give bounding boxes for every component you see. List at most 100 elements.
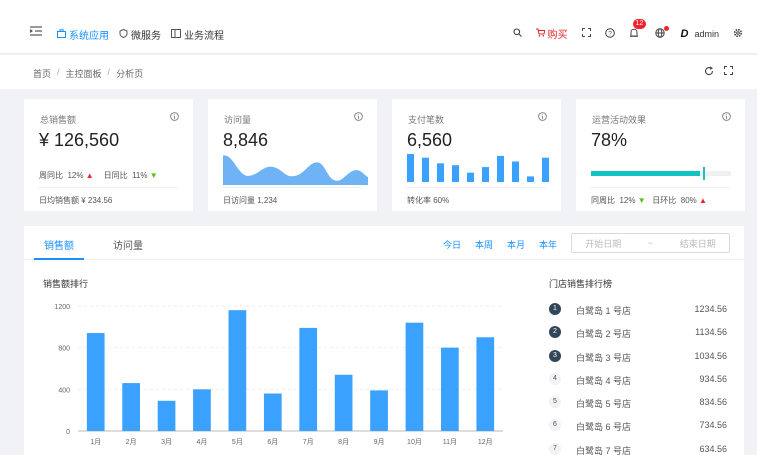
shield-icon (119, 28, 128, 41)
bar (122, 383, 140, 431)
info-icon[interactable] (538, 112, 547, 123)
store-name: 白鹭岛 7 号店 (576, 445, 632, 455)
list-item: 1 白鹭岛 1 号店 1234.56 (549, 301, 727, 324)
x-tick-label: 3月 (161, 438, 172, 446)
breadcrumb-bar: 首页 / 主控面板 / 分析页 (0, 55, 757, 89)
menu-fold-icon[interactable] (30, 26, 42, 38)
trend-label: 周同比 (39, 170, 63, 180)
bar (441, 347, 459, 431)
card-trends: 同周比 12% ▼ 日环比 80% ▲ (591, 187, 730, 206)
sales-panel: 销售额 访问量 今日 本周 本月 本年 开始日期 ~ 结束日期 销售额排行 0 4… (24, 226, 744, 455)
list-item: 6 白鹭岛 6 号店 734.56 (549, 417, 727, 440)
breadcrumb: 首页 / 主控面板 / 分析页 (33, 67, 143, 80)
breadcrumb-home[interactable]: 首页 (33, 67, 51, 80)
period-week[interactable]: 本周 (475, 238, 493, 251)
store-sales: 734.56 (699, 420, 727, 431)
store-name: 白鹭岛 4 号店 (576, 375, 632, 386)
bar (157, 400, 176, 431)
notification-button[interactable]: 12 (629, 18, 647, 40)
user-logo: D (680, 27, 689, 40)
info-icon[interactable] (170, 112, 179, 123)
progress-target-marker (703, 167, 705, 180)
trend-value: 11% (132, 170, 148, 180)
range-start[interactable]: 开始日期 (585, 237, 621, 250)
svg-text:?: ? (608, 30, 612, 37)
period-selector: 今日 本周 本月 本年 (443, 238, 557, 251)
bar (263, 393, 282, 431)
trend-weekly: 周同比 12% ▲ (39, 170, 94, 181)
card-title: 总销售额 (40, 115, 77, 125)
x-tick-label: 5月 (232, 438, 243, 446)
store-name: 白鹭岛 6 号店 (576, 422, 632, 433)
gear-icon[interactable] (733, 28, 743, 40)
bar (193, 389, 211, 431)
store-sales: 1034.56 (694, 350, 727, 361)
nav-microservices[interactable]: 微服务 (119, 27, 161, 42)
card-footer: 转化率 60% (407, 187, 546, 206)
trend-daily: 日同比 11% ▼ (104, 170, 158, 181)
bar (334, 374, 353, 431)
list-item: 2 白鹭岛 2 号店 1134.56 (549, 324, 727, 347)
card-campaign-effect: 运营活动效果 78% 同周比 12% ▼ 日环比 80% ▲ (576, 99, 745, 211)
store-name: 白鹭岛 2 号店 (576, 329, 632, 340)
store-sales: 1234.56 (694, 304, 727, 314)
range-end[interactable]: 结束日期 (680, 237, 716, 250)
list-item: 5 白鹭岛 5 号店 834.56 (549, 394, 727, 417)
trend-label: 日同比 (103, 170, 128, 180)
card-value: 78% (591, 130, 628, 150)
tab-visits[interactable]: 访问量 (113, 237, 143, 252)
x-tick-label: 2月 (126, 438, 137, 446)
breadcrumb-tools (704, 66, 733, 78)
x-tick-label: 11月 (443, 438, 457, 446)
x-tick-label: 12月 (478, 438, 493, 446)
top-nav: 系统应用 微服务 业务流程 (57, 27, 224, 42)
nav-system-apps[interactable]: 系统应用 (57, 27, 109, 42)
rank-number: 3 (549, 349, 561, 362)
caret-up-icon: ▲ (699, 196, 707, 205)
y-tick-label: 1200 (54, 304, 70, 311)
period-year[interactable]: 本年 (539, 238, 557, 251)
card-trends: 周同比 12% ▲ 日同比 11% ▼ (39, 164, 184, 186)
period-month[interactable]: 本月 (507, 238, 525, 251)
x-tick-label: 1月 (90, 438, 101, 446)
help-icon[interactable]: ? (604, 27, 615, 40)
info-icon[interactable] (722, 112, 731, 123)
store-name: 白鹭岛 1 号店 (576, 306, 632, 316)
bar (370, 390, 388, 431)
info-icon[interactable] (354, 112, 363, 123)
trend-value: 80% (680, 196, 697, 205)
x-tick-label: 9月 (374, 438, 385, 446)
store-ranking-list: 1 白鹭岛 1 号店 1234.56 2 白鹭岛 2 号店 1134.56 3 白鹭岛 3 号… (549, 301, 727, 455)
y-tick-label: 0 (66, 429, 70, 436)
refresh-icon[interactable] (704, 66, 714, 78)
store-name: 白鹭岛 5 号店 (576, 399, 632, 410)
y-tick-label: 400 (58, 387, 70, 394)
search-icon[interactable] (512, 28, 522, 39)
campaign-progress (591, 164, 736, 186)
user-menu[interactable]: D admin (681, 28, 719, 40)
top-header: 系统应用 微服务 业务流程 购买 ? 12 D admin (0, 0, 757, 54)
expand-icon[interactable] (724, 66, 733, 78)
nav-business-flow[interactable]: 业务流程 (171, 27, 224, 42)
rank-number: 1 (549, 303, 561, 315)
bar (405, 322, 424, 431)
period-today[interactable]: 今日 (443, 238, 461, 251)
breadcrumb-dashboard[interactable]: 主控面板 (66, 67, 102, 80)
buy-button[interactable]: 购买 (535, 26, 568, 41)
fullscreen-icon[interactable] (581, 28, 591, 39)
card-value: ¥ 126,560 (39, 130, 120, 150)
caret-up-icon: ▲ (85, 170, 94, 180)
x-tick-label: 7月 (303, 438, 314, 446)
tab-sales[interactable]: 销售额 (44, 237, 74, 252)
date-range-picker[interactable]: 开始日期 ~ 结束日期 (571, 233, 730, 253)
rank-number: 7 (549, 442, 561, 455)
nav-microservices-label: 微服务 (131, 31, 161, 42)
list-item: 3 白鹭岛 3 号店 1034.56 (549, 348, 727, 371)
store-sales: 934.56 (699, 373, 727, 384)
x-tick-label: 4月 (197, 438, 208, 446)
progress-fill (591, 171, 701, 176)
cart-icon (535, 28, 545, 40)
language-button[interactable] (654, 25, 669, 40)
nav-system-apps-label: 系统应用 (69, 31, 109, 42)
x-tick-label: 6月 (267, 438, 278, 446)
